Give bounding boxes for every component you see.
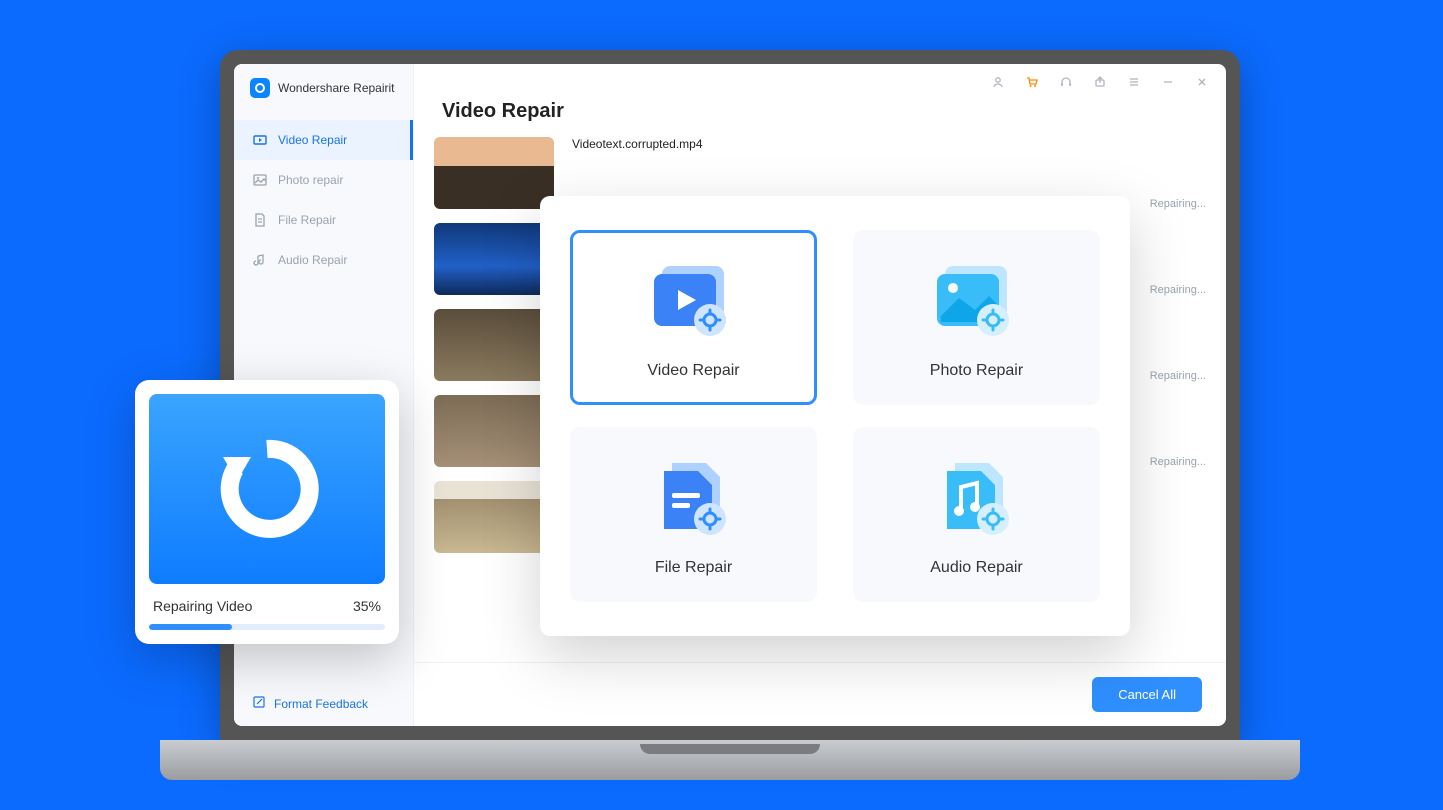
titlebar <box>414 64 1226 100</box>
status-text: Repairing... <box>1150 198 1206 210</box>
status-text: Repairing... <box>1150 284 1206 296</box>
menu-icon[interactable] <box>1126 74 1142 90</box>
audio-repair-icon <box>927 453 1027 543</box>
video-thumbnail[interactable] <box>434 137 554 209</box>
cart-icon[interactable] <box>1024 74 1040 90</box>
format-feedback-link[interactable]: Format Feedback <box>234 681 413 726</box>
status-text: Repairing... <box>1150 370 1206 382</box>
sidebar-item-label: Audio Repair <box>278 253 347 267</box>
progress-card: Repairing Video 35% <box>135 380 399 644</box>
app-name: Wondershare Repairit <box>278 81 395 95</box>
edit-icon <box>252 695 266 712</box>
app-title-bar: Wondershare Repairit <box>234 64 413 112</box>
modal-item-photo-repair[interactable]: Photo Repair <box>853 230 1100 405</box>
sidebar-item-video-repair[interactable]: Video Repair <box>234 120 413 160</box>
headphones-icon[interactable] <box>1058 74 1074 90</box>
sidebar-item-label: Video Repair <box>278 133 347 147</box>
app-logo-icon <box>250 78 270 98</box>
sidebar-item-file-repair[interactable]: File Repair <box>234 200 413 240</box>
progress-fill <box>149 624 232 630</box>
cancel-all-button[interactable]: Cancel All <box>1092 677 1202 712</box>
modal-item-label: Video Repair <box>647 362 739 380</box>
repair-type-modal: Video Repair Photo Repair <box>540 196 1130 636</box>
modal-item-file-repair[interactable]: File Repair <box>570 427 817 602</box>
page-title: Video Repair <box>414 100 1226 133</box>
video-thumbnail[interactable] <box>434 309 554 381</box>
sidebar-item-audio-repair[interactable]: Audio Repair <box>234 240 413 280</box>
progress-percent: 35% <box>353 598 381 614</box>
format-feedback-label: Format Feedback <box>274 697 368 711</box>
status-text: Repairing... <box>1150 456 1206 468</box>
modal-item-label: File Repair <box>655 559 732 577</box>
modal-item-video-repair[interactable]: Video Repair <box>570 230 817 405</box>
progress-bar <box>149 624 385 630</box>
laptop-notch <box>640 744 820 754</box>
minimize-icon[interactable] <box>1160 74 1176 90</box>
laptop-base <box>160 740 1300 780</box>
close-icon[interactable] <box>1194 74 1210 90</box>
file-repair-icon <box>644 453 744 543</box>
video-thumbnail[interactable] <box>434 481 554 553</box>
file-name: Videotext.corrupted.mp4 <box>572 133 1206 153</box>
progress-hero <box>149 394 385 584</box>
progress-text-row: Repairing Video 35% <box>149 584 385 624</box>
video-thumbnail[interactable] <box>434 223 554 295</box>
progress-label: Repairing Video <box>153 598 252 614</box>
thumbnail-column <box>434 133 554 662</box>
modal-item-audio-repair[interactable]: Audio Repair <box>853 427 1100 602</box>
audio-icon <box>252 252 268 268</box>
user-icon[interactable] <box>990 74 1006 90</box>
video-icon <box>252 132 268 148</box>
video-repair-icon <box>644 256 744 346</box>
bottom-bar: Cancel All <box>414 662 1226 726</box>
sidebar-item-label: Photo repair <box>278 173 343 187</box>
file-icon <box>252 212 268 228</box>
restore-icon <box>207 429 327 549</box>
photo-icon <box>252 172 268 188</box>
modal-item-label: Audio Repair <box>930 559 1023 577</box>
photo-repair-icon <box>927 256 1027 346</box>
sidebar-item-label: File Repair <box>278 213 336 227</box>
video-thumbnail[interactable] <box>434 395 554 467</box>
sidebar-item-photo-repair[interactable]: Photo repair <box>234 160 413 200</box>
modal-item-label: Photo Repair <box>930 362 1023 380</box>
share-icon[interactable] <box>1092 74 1108 90</box>
